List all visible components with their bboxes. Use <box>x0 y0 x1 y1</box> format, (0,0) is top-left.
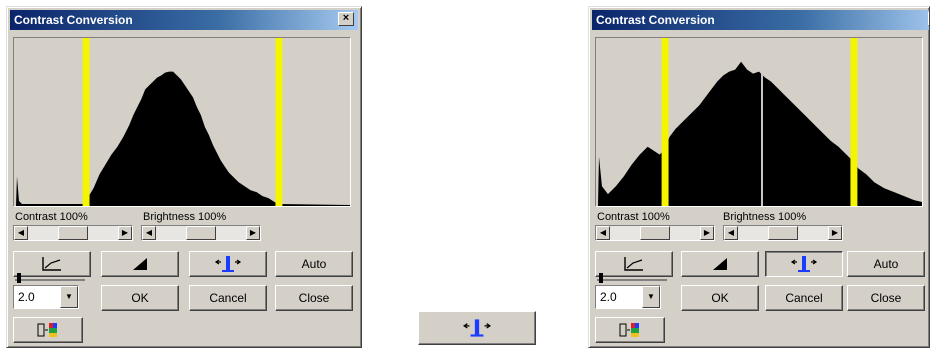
color-channel-icon <box>37 323 57 337</box>
chevron-down-icon[interactable]: ▼ <box>642 286 660 308</box>
curve-button[interactable] <box>13 251 91 277</box>
high-level-marker[interactable] <box>275 38 283 206</box>
brightness-left-arrow-icon[interactable]: ◀ <box>724 226 738 240</box>
peak-marker-line <box>760 73 763 206</box>
contrast-dialog-right: Contrast Conversion × Contrast 100% Brig… <box>588 6 930 348</box>
ok-button[interactable]: OK <box>681 285 759 311</box>
histogram-panel[interactable] <box>595 37 923 207</box>
brightness-label: Brightness 100% <box>723 211 807 223</box>
contrast-left-arrow-icon[interactable]: ◀ <box>596 226 610 240</box>
ok-button[interactable]: OK <box>101 285 179 311</box>
gamma-slider-knob[interactable] <box>17 273 21 283</box>
color-channel-button[interactable] <box>595 317 665 343</box>
histogram-shape <box>14 71 350 206</box>
curve-graph-icon <box>42 257 61 271</box>
auto-level-button[interactable] <box>765 251 843 277</box>
high-level-marker[interactable] <box>850 38 858 206</box>
contrast-right-arrow-icon[interactable]: ▶ <box>118 226 132 240</box>
chevron-down-icon[interactable]: ▼ <box>60 286 78 308</box>
brightness-thumb[interactable] <box>186 226 216 240</box>
brightness-slider[interactable]: ◀ ▶ <box>723 225 843 241</box>
contrast-left-arrow-icon[interactable]: ◀ <box>14 226 28 240</box>
title-bar[interactable]: Contrast Conversion × <box>10 10 358 30</box>
invert-button[interactable] <box>101 251 179 277</box>
contrast-dialog-left: Contrast Conversion × Contrast 100% Brig… <box>6 6 362 348</box>
dialog-title: Contrast Conversion <box>596 13 715 27</box>
histogram-shape <box>596 61 922 206</box>
contrast-thumb[interactable] <box>640 226 670 240</box>
contrast-right-arrow-icon[interactable]: ▶ <box>700 226 714 240</box>
histogram-graph <box>596 38 922 206</box>
brightness-left-arrow-icon[interactable]: ◀ <box>142 226 156 240</box>
contrast-slider[interactable]: ◀ ▶ <box>595 225 715 241</box>
gamma-value: 2.0 <box>600 290 617 304</box>
gamma-slider-track[interactable] <box>597 279 667 281</box>
auto-button[interactable]: Auto <box>847 251 925 277</box>
auto-level-button[interactable] <box>189 251 267 277</box>
close-button[interactable]: Close <box>275 285 353 311</box>
blue-peak-arrows-icon <box>790 256 818 272</box>
blue-peak-arrows-icon <box>214 256 242 272</box>
histogram-panel[interactable] <box>13 37 351 207</box>
close-x-button[interactable]: × <box>338 12 354 26</box>
auto-button[interactable]: Auto <box>275 251 353 277</box>
color-channel-icon <box>619 323 639 337</box>
invert-triangle-icon <box>713 258 727 270</box>
brightness-label: Brightness 100% <box>143 211 227 223</box>
contrast-label: Contrast 100% <box>15 211 88 223</box>
gamma-value: 2.0 <box>18 290 35 304</box>
gamma-slider-knob[interactable] <box>599 273 603 283</box>
brightness-right-arrow-icon[interactable]: ▶ <box>246 226 260 240</box>
gamma-slider-track[interactable] <box>15 279 85 281</box>
gamma-combo[interactable]: 2.0 ▼ <box>595 285 661 309</box>
low-level-marker[interactable] <box>661 38 669 206</box>
contrast-label: Contrast 100% <box>597 211 670 223</box>
cancel-button[interactable]: Cancel <box>765 285 843 311</box>
brightness-right-arrow-icon[interactable]: ▶ <box>828 226 842 240</box>
blue-peak-arrows-icon <box>462 319 492 337</box>
gamma-combo[interactable]: 2.0 ▼ <box>13 285 79 309</box>
color-channel-button[interactable] <box>13 317 83 343</box>
invert-triangle-icon <box>133 258 147 270</box>
histogram-graph <box>14 38 350 206</box>
dialog-title: Contrast Conversion <box>14 13 133 27</box>
curve-graph-icon <box>624 257 643 271</box>
title-bar[interactable]: Contrast Conversion × <box>592 10 929 30</box>
invert-button[interactable] <box>681 251 759 277</box>
contrast-thumb[interactable] <box>58 226 88 240</box>
low-level-marker[interactable] <box>82 38 90 206</box>
contrast-slider[interactable]: ◀ ▶ <box>13 225 133 241</box>
auto-level-standalone-button[interactable] <box>418 311 536 345</box>
brightness-slider[interactable]: ◀ ▶ <box>141 225 261 241</box>
brightness-thumb[interactable] <box>768 226 798 240</box>
close-button[interactable]: Close <box>847 285 925 311</box>
curve-button[interactable] <box>595 251 673 277</box>
cancel-button[interactable]: Cancel <box>189 285 267 311</box>
